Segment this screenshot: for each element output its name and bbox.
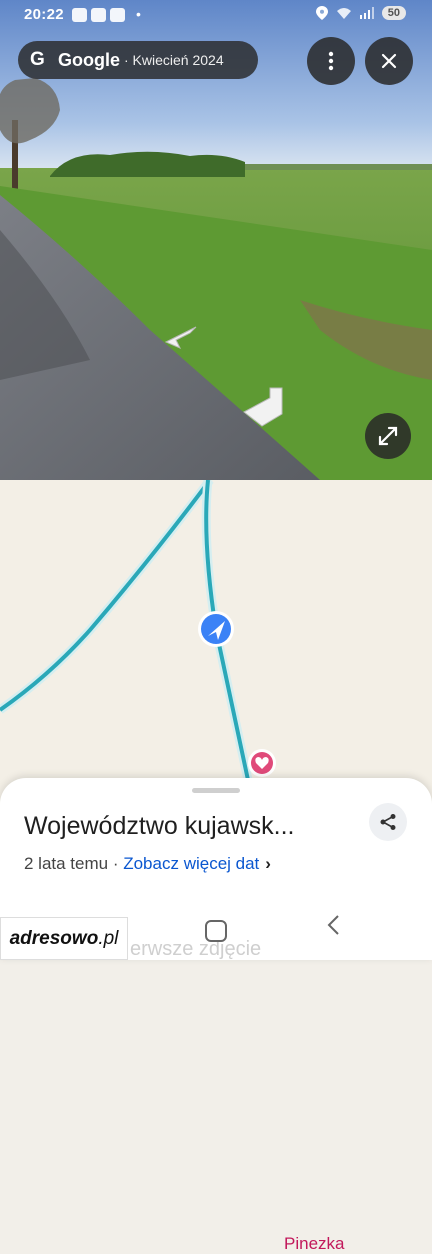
streetview-date-pill[interactable]: G Google · Kwiecień 2024	[18, 41, 258, 79]
youtube-notification-icon	[110, 8, 125, 22]
status-bar: 20:22 • 50	[0, 0, 432, 32]
capture-date: · Kwiecień 2024	[124, 52, 224, 68]
signal-icon	[359, 7, 374, 19]
share-icon	[380, 814, 396, 830]
streetview-panel[interactable]: 20:22 • 50 G Google · Kwiecień 2024	[0, 0, 432, 480]
share-button[interactable]	[369, 803, 407, 841]
google-logo: G	[30, 49, 45, 70]
notification-icons	[72, 8, 125, 22]
pin-label[interactable]: Pinezka	[284, 1234, 344, 1254]
app-notification-icon	[72, 8, 87, 22]
road-outline	[0, 480, 214, 714]
close-button[interactable]	[365, 37, 413, 85]
status-time: 20:22	[24, 6, 64, 23]
back-icon	[327, 915, 339, 935]
battery-level: 50	[381, 6, 406, 20]
expand-icon	[378, 426, 398, 446]
pin-icon[interactable]	[248, 749, 276, 777]
capture-info: 2 lata temu · Zobacz więcej dat ›	[24, 854, 271, 874]
meta-separator: ·	[108, 854, 124, 873]
chevron-right-icon[interactable]: ›	[265, 854, 271, 873]
capture-age: 2 lata temu	[24, 854, 109, 873]
location-icon	[315, 6, 328, 20]
wifi-icon	[336, 7, 351, 19]
more-options-button[interactable]	[307, 37, 355, 85]
fullscreen-button[interactable]	[365, 413, 411, 459]
place-title: Województwo kujawsk...	[24, 812, 295, 840]
more-vert-icon	[328, 51, 334, 71]
watermark-logo: adresowo.pl	[0, 917, 128, 960]
more-notifications-dot: •	[136, 6, 141, 22]
watermark-text: adresowo.pl	[9, 927, 119, 949]
drag-handle[interactable]	[192, 788, 240, 793]
screenshot-notification-icon	[91, 8, 106, 22]
back-button[interactable]	[326, 914, 340, 943]
home-button[interactable]	[205, 920, 227, 942]
system-icons: 50	[315, 6, 406, 20]
navigation-arrow-icon[interactable]	[198, 611, 234, 647]
google-brand: Google	[58, 49, 120, 70]
more-dates-link[interactable]: Zobacz więcej dat	[123, 854, 259, 873]
close-icon	[381, 53, 397, 69]
